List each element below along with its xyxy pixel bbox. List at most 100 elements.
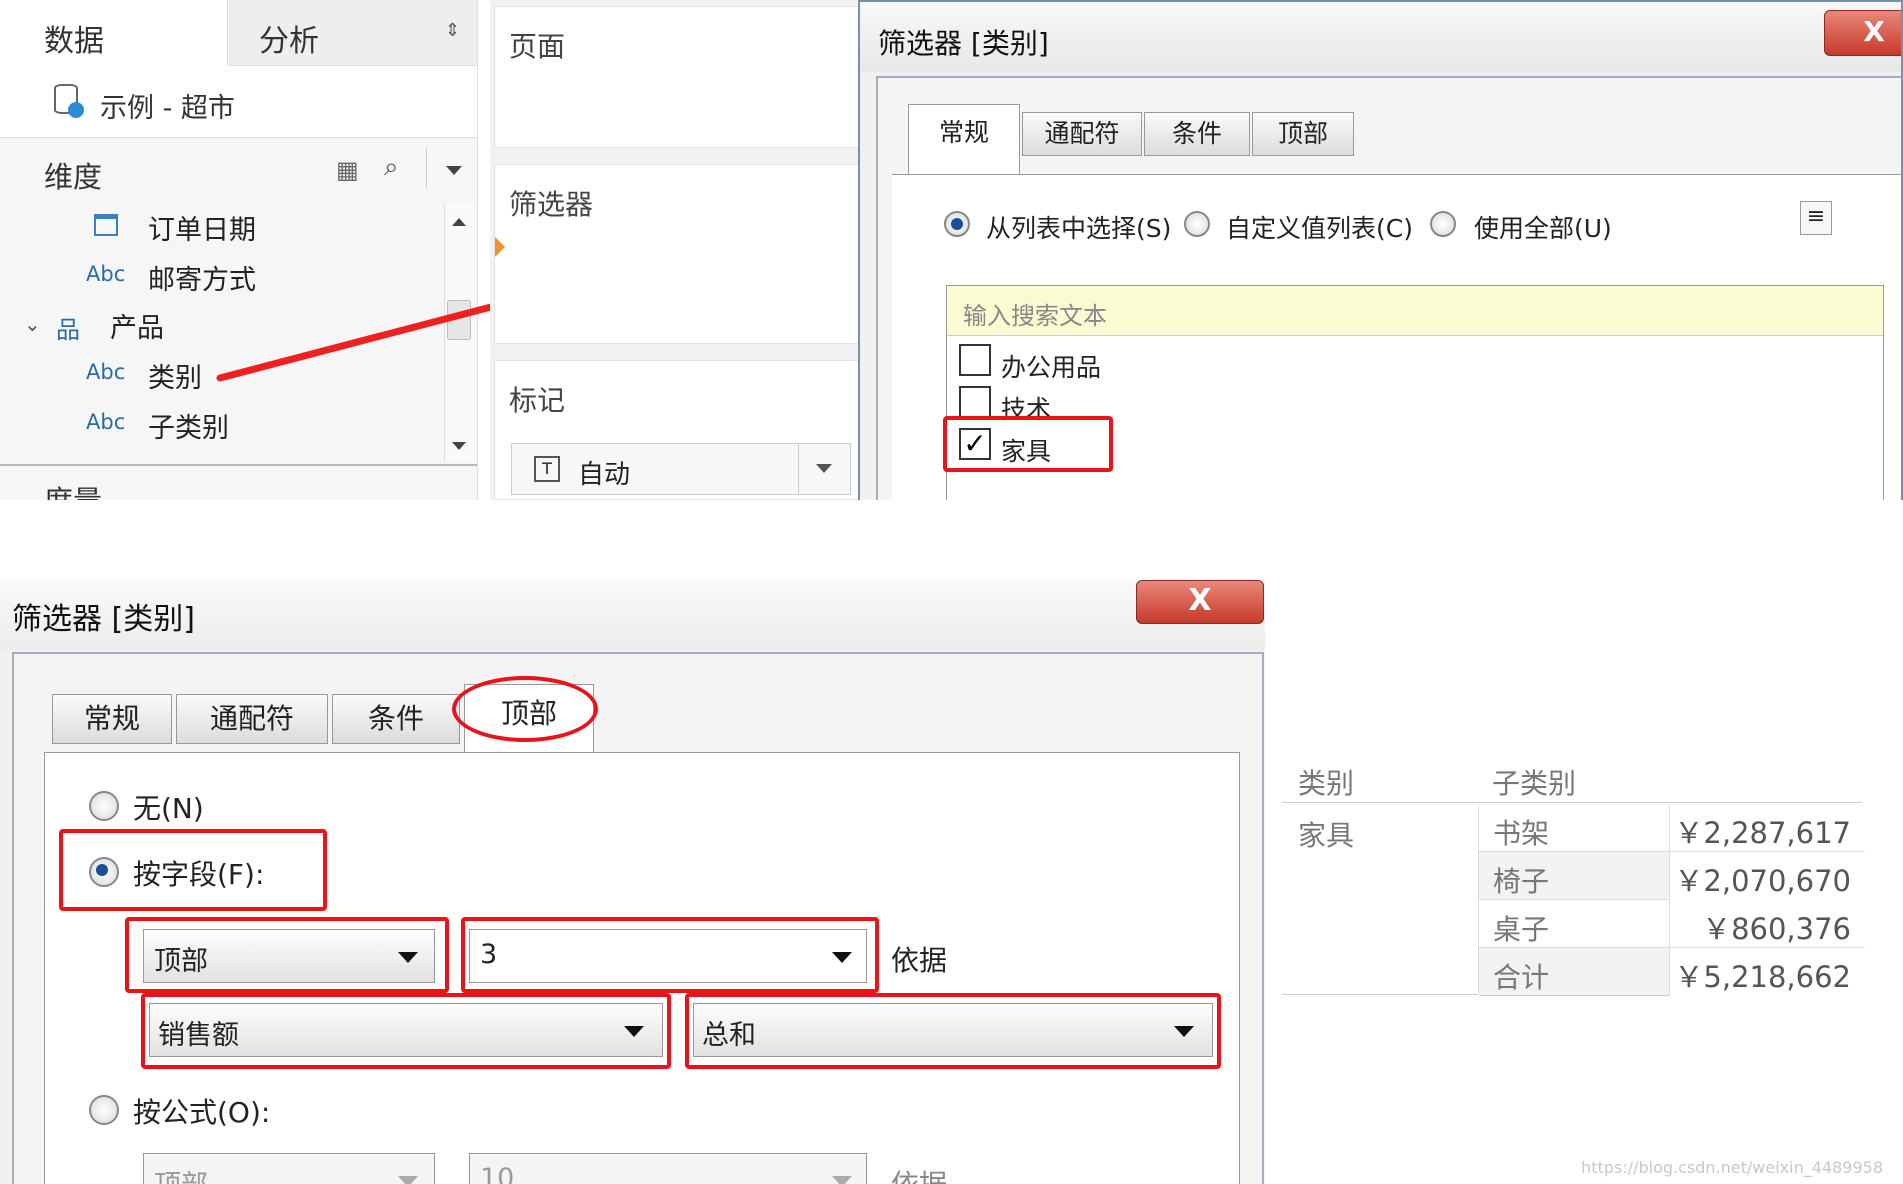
field-order-date[interactable]: 订单日期 xyxy=(148,208,256,247)
formula-direction-dropdown[interactable]: 顶部 xyxy=(143,1153,435,1184)
scroll-up-icon[interactable] xyxy=(452,218,466,226)
dialog-titlebar: 筛选器 [类别] X xyxy=(860,2,1901,72)
menu-icon[interactable]: ≡ xyxy=(1800,201,1832,235)
radio-custom-list-label: 自定义值列表(C) xyxy=(1226,214,1413,243)
radio-none[interactable] xyxy=(89,791,119,821)
scroll-down-icon[interactable] xyxy=(452,442,466,450)
header-category: 类别 xyxy=(1298,767,1355,800)
string-type-icon: Abc xyxy=(86,410,126,434)
dialog-titlebar: 筛选器 [类别] X xyxy=(0,580,1265,650)
string-type-icon: Abc xyxy=(86,360,126,384)
radio-custom-list[interactable] xyxy=(1184,211,1210,237)
pages-shelf-title: 页面 xyxy=(509,30,566,63)
divider xyxy=(798,444,799,494)
filters-shelf[interactable]: 筛选器 xyxy=(494,164,860,344)
watermark-text: https://blog.csdn.net/weixin_4489958 xyxy=(1581,1158,1883,1177)
highlight-box xyxy=(943,416,1113,472)
radio-select-from-list[interactable] xyxy=(944,211,970,237)
sort-updown-icon[interactable]: ⇕ xyxy=(445,20,460,41)
field-category[interactable]: 类别 xyxy=(148,356,202,395)
cell-value-box: ￥5,218,662 xyxy=(1669,948,1865,996)
highlight-box xyxy=(461,917,879,993)
radio-use-all[interactable] xyxy=(1430,211,1456,237)
hierarchy-icon: 品 xyxy=(56,316,80,344)
filter-dialog-general: 筛选器 [类别] X 常规 通配符 条件 顶部 从列表中选择(S) 自定义值列表… xyxy=(858,0,1903,500)
checkbox-office-supplies[interactable] xyxy=(959,344,991,376)
tab-wildcard[interactable]: 通配符 xyxy=(1022,112,1142,156)
cell-category: 家具 xyxy=(1298,819,1355,852)
cell-value: ￥860,376 xyxy=(1702,912,1851,946)
table-row: 书架 ￥2,287,617 xyxy=(1479,804,1865,852)
dialog-body: 常规 通配符 条件 顶部 从列表中选择(S) 自定义值列表(C) 使用全部(U)… xyxy=(876,76,1901,500)
cell-value-box: ￥2,287,617 xyxy=(1669,804,1865,852)
highlight-box xyxy=(59,829,327,911)
dialog-title: 筛选器 [类别] xyxy=(12,602,195,637)
dialog-body: 常规 通配符 条件 顶部 无(N) 按字段(F): 顶部 3 依据 销售额 总和… xyxy=(12,652,1264,1184)
tab-condition[interactable]: 条件 xyxy=(1144,112,1250,156)
tab-general[interactable]: 常规 xyxy=(908,104,1020,176)
tab-general[interactable]: 常规 xyxy=(52,694,172,744)
formula-count-dropdown[interactable]: 10 xyxy=(469,1153,867,1184)
value-list: 输入搜索文本 办公用品 技术 ✓ 家具 xyxy=(943,285,1884,500)
radio-by-formula-label: 按公式(O): xyxy=(133,1096,271,1129)
marks-card-title: 标记 xyxy=(509,384,566,417)
table-row-total: 合计 ￥5,218,662 xyxy=(1479,948,1865,996)
connected-check-icon xyxy=(68,102,84,118)
cell-value: ￥5,218,662 xyxy=(1674,960,1851,994)
shelves-pane: 页面 筛选器 标记 T 自动 xyxy=(490,0,860,500)
search-input[interactable]: 输入搜索文本 xyxy=(947,286,1883,336)
divider xyxy=(426,148,427,188)
highlight-box xyxy=(141,993,671,1069)
view-list-icon[interactable]: ▦ xyxy=(336,156,359,184)
tab-data[interactable]: 数据 xyxy=(0,0,228,66)
dialog-title: 筛选器 [类别] xyxy=(878,27,1049,60)
tab-top[interactable]: 顶部 xyxy=(1252,112,1354,156)
chevron-down-icon xyxy=(398,1176,418,1184)
cell-subcategory: 书架 xyxy=(1493,817,1550,850)
field-subcategory[interactable]: 子类别 xyxy=(148,406,229,445)
search-icon[interactable]: ⌕ xyxy=(384,152,399,183)
datasource-name: 示例 - 超市 xyxy=(100,93,235,124)
filter-dialog-top: 筛选器 [类别] X 常规 通配符 条件 顶部 无(N) 按字段(F): 顶部 … xyxy=(0,580,1265,1184)
highlight-ellipse xyxy=(452,676,598,742)
mark-type-value: 自动 xyxy=(578,460,631,490)
radio-by-formula[interactable] xyxy=(89,1095,119,1125)
mark-type-dropdown[interactable]: T 自动 xyxy=(511,443,851,495)
field-product[interactable]: 产品 xyxy=(110,306,164,345)
highlight-box xyxy=(685,993,1221,1069)
formula-count-value: 10 xyxy=(480,1163,515,1184)
cell-value-box: ￥860,376 xyxy=(1669,900,1865,948)
result-table: 类别 子类别 家具 书架 ￥2,287,617 椅子 ￥2,070,670 桌子… xyxy=(1282,756,1865,996)
datasource-row[interactable]: 示例 - 超市 xyxy=(0,66,477,138)
chevron-down-icon[interactable] xyxy=(816,464,832,473)
close-button[interactable]: X xyxy=(1824,10,1901,56)
search-placeholder: 输入搜索文本 xyxy=(963,302,1107,330)
table-bottom-line xyxy=(1282,994,1478,995)
checkbox-technology[interactable] xyxy=(959,386,991,418)
header-divider xyxy=(1282,802,1862,803)
tab-analysis[interactable]: 分析 ⇕ xyxy=(229,0,477,66)
cell-subcategory: 桌子 xyxy=(1493,913,1550,946)
radio-none-label: 无(N) xyxy=(133,792,204,825)
cell-subcategory: 合计 xyxy=(1493,961,1550,994)
cell-value: ￥2,287,617 xyxy=(1674,816,1851,850)
tab-analysis-label: 分析 xyxy=(259,24,319,59)
item-office-supplies: 办公用品 xyxy=(1001,353,1102,382)
table-row: 椅子 ￥2,070,670 xyxy=(1479,852,1865,900)
section-divider xyxy=(0,464,477,466)
header-subcategory: 子类别 xyxy=(1492,767,1577,800)
data-pane: 数据 分析 ⇕ 示例 - 超市 维度 ▦ ⌕ 订单日期 Abc 邮寄方式 ⌄ 品… xyxy=(0,0,478,500)
chevron-down-icon[interactable]: ⌄ xyxy=(24,312,41,336)
highlight-box xyxy=(125,917,449,993)
pages-shelf[interactable]: 页面 xyxy=(494,6,860,148)
tab-panel: 从列表中选择(S) 自定义值列表(C) 使用全部(U) ≡ 输入搜索文本 办公用… xyxy=(892,174,1901,500)
tab-wildcard[interactable]: 通配符 xyxy=(176,694,328,744)
tab-condition[interactable]: 条件 xyxy=(332,694,460,744)
radio-use-all-label: 使用全部(U) xyxy=(1474,214,1612,243)
by-label: 依据 xyxy=(891,944,948,977)
dimensions-menu-icon[interactable] xyxy=(446,166,462,175)
close-button[interactable]: X xyxy=(1136,580,1264,624)
cell-value-box: ￥2,070,670 xyxy=(1669,852,1865,900)
tab-panel: 无(N) 按字段(F): 顶部 3 依据 销售额 总和 按公式(O): 10 xyxy=(44,752,1240,1184)
dimensions-header: 维度 xyxy=(44,160,103,194)
